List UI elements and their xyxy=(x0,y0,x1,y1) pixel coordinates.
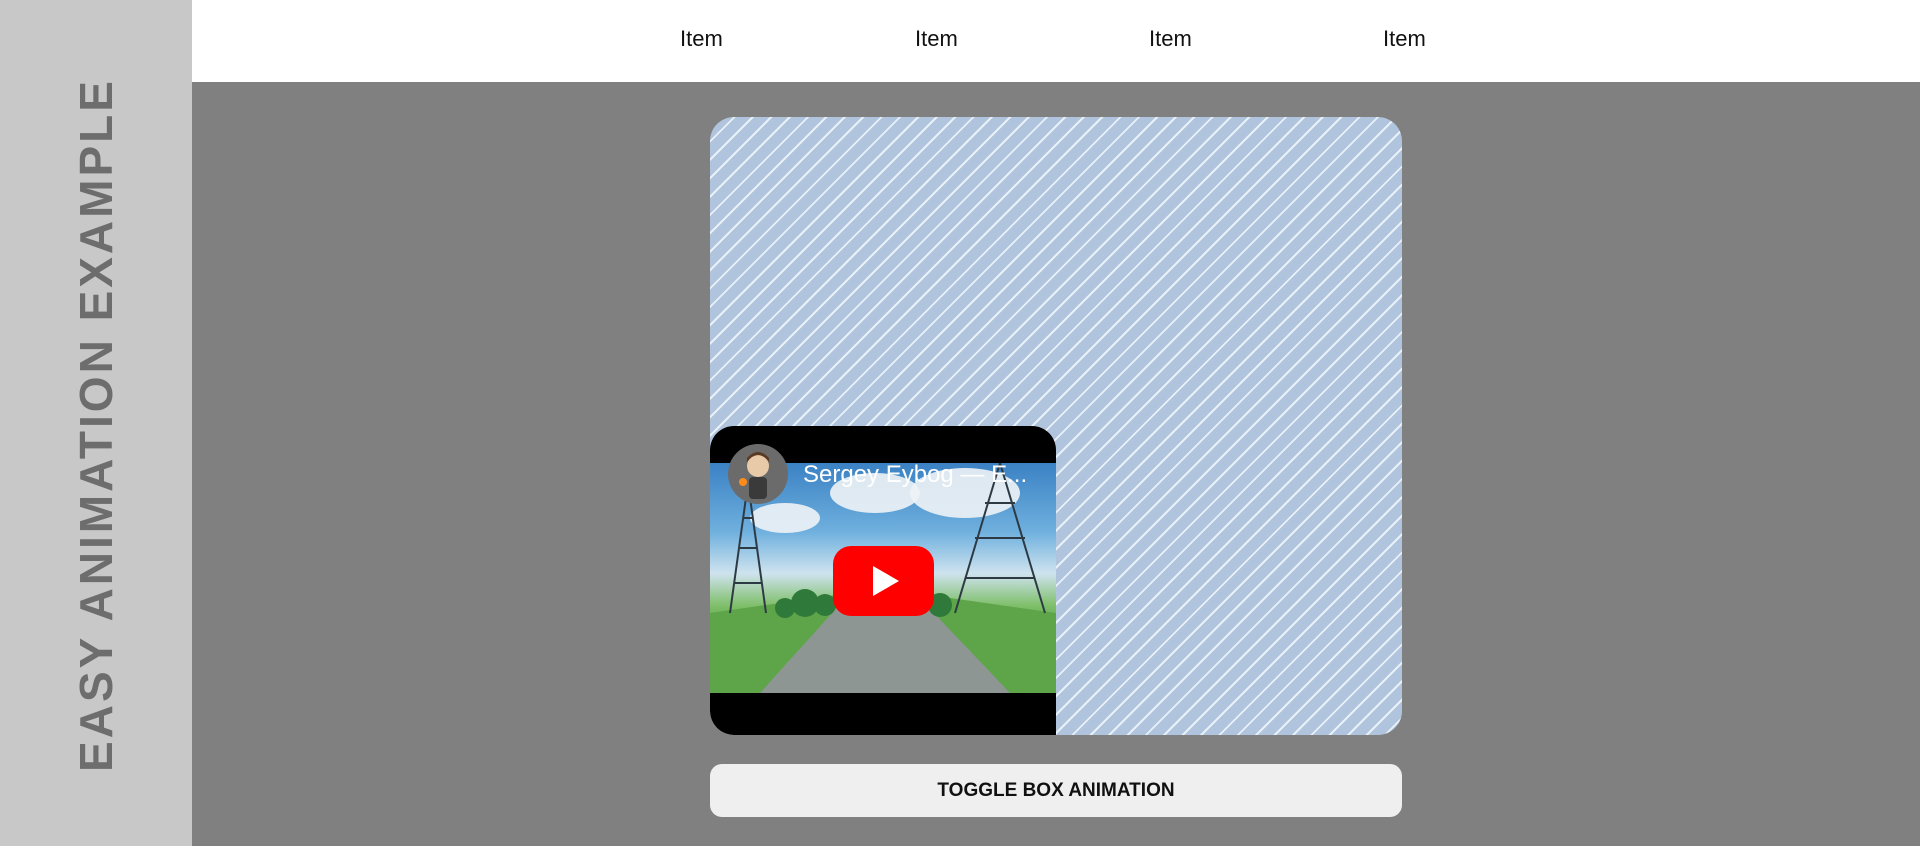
nav-item-4[interactable]: Item xyxy=(1383,26,1426,52)
youtube-play-icon[interactable] xyxy=(833,546,934,616)
video-title[interactable]: Sergey Eybog — E... xyxy=(803,461,1048,489)
animated-box: Sergey Eybog — E... xyxy=(710,117,1402,735)
top-nav: Item Item Item Item xyxy=(192,0,1920,82)
youtube-embed[interactable]: Sergey Eybog — E... xyxy=(710,426,1056,735)
sidebar: EASY ANIMATION EXAMPLE xyxy=(0,0,192,846)
sidebar-title: EASY ANIMATION EXAMPLE xyxy=(70,78,122,772)
toggle-box-animation-button[interactable]: TOGGLE BOX ANIMATION xyxy=(710,764,1402,817)
nav-item-1[interactable]: Item xyxy=(680,26,723,52)
nav-item-3[interactable]: Item xyxy=(1149,26,1192,52)
channel-avatar[interactable] xyxy=(728,444,788,504)
nav-item-2[interactable]: Item xyxy=(915,26,958,52)
